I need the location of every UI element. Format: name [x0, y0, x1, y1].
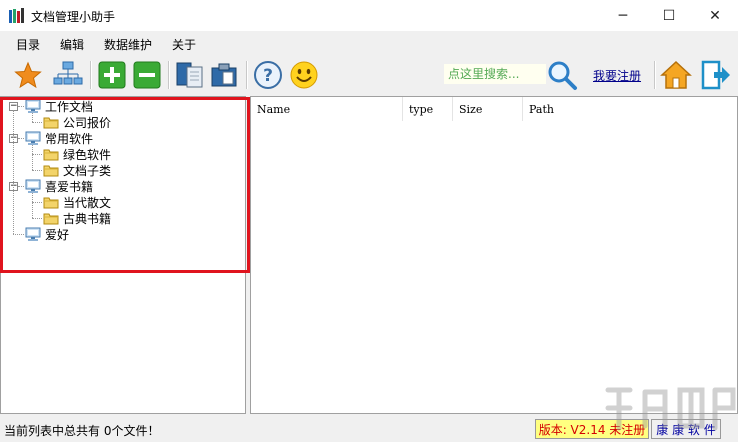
star-icon: [14, 61, 42, 89]
maximize-button[interactable]: ☐: [646, 0, 692, 31]
toolbar-separator: [168, 61, 170, 89]
menu-item-edit[interactable]: 编辑: [60, 36, 84, 53]
add-icon: [98, 61, 126, 89]
tree-connector: [18, 106, 24, 107]
menu-bar: 目录 编辑 数据维护 关于: [0, 31, 738, 55]
tree-connector: [32, 193, 33, 218]
tree-item-label: 公司报价: [63, 115, 112, 130]
tree-item-label: 文档子类: [63, 163, 112, 178]
tree-item-subcategory[interactable]: 绿色软件: [43, 146, 111, 162]
tree-item-label: 爱好: [45, 227, 70, 242]
app-window: 文档管理小助手 ─ ☐ ✕ 目录 编辑 数据维护 关于 ? 点这里搜索... 我…: [0, 0, 738, 442]
toolbar-separator: [654, 61, 656, 89]
paste-button[interactable]: [208, 59, 240, 91]
add-button[interactable]: [96, 59, 128, 91]
smiley-button[interactable]: [288, 59, 320, 91]
copy-icon: [176, 62, 203, 88]
tree-item-subcategory[interactable]: 古典书籍: [43, 210, 111, 226]
toolbar: ? 我要注册: [0, 55, 738, 95]
tree-connector: [13, 110, 14, 234]
column-header-type[interactable]: type: [403, 97, 453, 121]
help-button[interactable]: ?: [252, 59, 284, 91]
title-bar: 文档管理小助手 ─ ☐ ✕: [0, 0, 738, 31]
column-header-name[interactable]: Name: [251, 97, 403, 121]
menu-item-data-maintenance[interactable]: 数据维护: [104, 36, 152, 53]
tree-item-label: 古典书籍: [63, 211, 112, 226]
tree-connector: [32, 202, 42, 203]
status-message: 当前列表中总共有 0个文件！: [4, 424, 160, 438]
tree-connector: [32, 145, 33, 170]
column-header-path[interactable]: Path: [523, 97, 633, 121]
tree-item-subcategory[interactable]: 公司报价: [43, 114, 111, 130]
paste-icon: [211, 63, 237, 87]
maximize-icon: ☐: [662, 7, 676, 24]
home-button[interactable]: [660, 59, 692, 91]
tree-item-label: 绿色软件: [63, 147, 112, 162]
folder-icon: [43, 211, 59, 225]
folder-icon: [43, 163, 59, 177]
tree-connector: [18, 186, 24, 187]
tree-item-category[interactable]: 爱好: [25, 226, 69, 242]
tree-connector: [18, 138, 24, 139]
tree-item-category[interactable]: 常用软件: [25, 130, 93, 146]
smiley-icon: [290, 61, 318, 89]
search-button[interactable]: [546, 59, 578, 91]
category-tree: − − − 工作文档 公司报价 常用软件 绿色软件 文档子类 喜爱书籍 当代散文 古典书籍 爱好: [0, 96, 246, 414]
tree-connector: [32, 154, 42, 155]
tree-connector: [32, 170, 42, 171]
tree-item-subcategory[interactable]: 文档子类: [43, 162, 111, 178]
home-icon: [660, 60, 692, 89]
column-header-size[interactable]: Size: [453, 97, 523, 121]
computer-icon: [25, 179, 41, 194]
remove-icon: [133, 61, 161, 89]
svg-text:?: ?: [263, 66, 273, 86]
close-button[interactable]: ✕: [692, 0, 738, 31]
file-list: Name type Size Path: [250, 96, 738, 414]
close-icon: ✕: [709, 7, 721, 24]
computer-icon: [25, 99, 41, 114]
folder-icon: [43, 195, 59, 209]
company-label: 康 康 软 件: [651, 419, 721, 439]
tree-item-label: 当代散文: [63, 195, 112, 210]
tree-connector: [13, 234, 24, 235]
folder-icon: [43, 147, 59, 161]
favorite-button[interactable]: [12, 59, 44, 91]
register-link[interactable]: 我要注册: [593, 67, 641, 84]
tree-connector: [32, 113, 33, 122]
help-icon: ?: [254, 61, 282, 89]
tree-item-label: 喜爱书籍: [45, 179, 94, 194]
tree-item-category[interactable]: 工作文档: [25, 98, 93, 114]
app-books-icon: [9, 8, 24, 23]
menu-item-catalog[interactable]: 目录: [16, 36, 40, 53]
search-input[interactable]: [444, 64, 546, 84]
tree-item-label: 常用软件: [45, 131, 94, 146]
toolbar-separator: [90, 61, 92, 89]
exit-icon: [701, 60, 730, 90]
menu-item-about[interactable]: 关于: [172, 36, 196, 53]
network-button[interactable]: [52, 59, 84, 91]
version-badge: 版本: V2.14 未注册: [535, 419, 649, 439]
exit-button[interactable]: [700, 59, 732, 91]
tree-connector: [32, 218, 42, 219]
computer-icon: [25, 131, 41, 146]
remove-button[interactable]: [131, 59, 163, 91]
search-icon: [548, 61, 577, 90]
tree-item-category[interactable]: 喜爱书籍: [25, 178, 93, 194]
tree-item-label: 工作文档: [45, 99, 94, 114]
toolbar-separator: [246, 61, 248, 89]
tree-item-subcategory[interactable]: 当代散文: [43, 194, 111, 210]
copy-button[interactable]: [174, 59, 206, 91]
computer-icon: [25, 227, 41, 242]
window-title: 文档管理小助手: [31, 10, 116, 24]
minimize-button[interactable]: ─: [600, 0, 646, 31]
folder-icon: [43, 115, 59, 129]
minimize-icon: ─: [618, 7, 628, 24]
network-icon: [53, 61, 83, 85]
tree-connector: [32, 122, 42, 123]
